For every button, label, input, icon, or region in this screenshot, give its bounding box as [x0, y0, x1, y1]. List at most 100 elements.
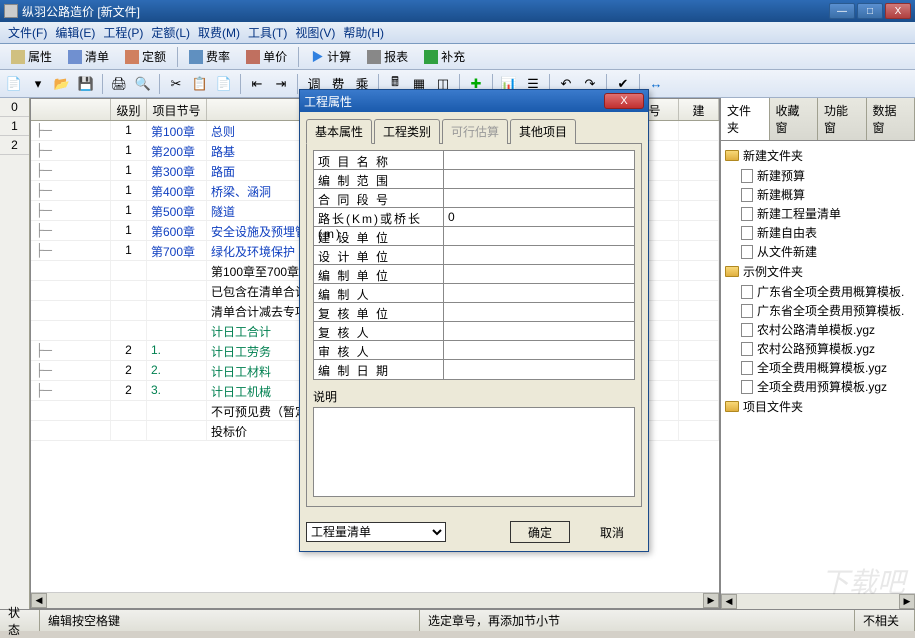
dialog-titlebar[interactable]: 工程属性 X	[300, 90, 648, 112]
scroll-right-icon[interactable]: ▶	[703, 593, 719, 608]
file-item[interactable]: 新建概算	[725, 185, 911, 204]
tb-calc[interactable]: 计算	[303, 45, 358, 68]
tb-supplement[interactable]: 补充	[417, 45, 472, 68]
dialog-close-button[interactable]: X	[604, 93, 644, 109]
preview-icon[interactable]: 🔍	[133, 74, 153, 94]
dtab-basic[interactable]: 基本属性	[306, 119, 372, 144]
menu-view[interactable]: 视图(V)	[291, 22, 339, 43]
separator	[159, 74, 160, 94]
file-item[interactable]: 农村公路清单模板.ygz	[725, 320, 911, 339]
paste-icon[interactable]: 📄	[214, 74, 234, 94]
property-label: 设 计 单 位	[314, 246, 444, 264]
scroll-right-icon[interactable]: ▶	[899, 594, 915, 609]
tree-cell: ├─	[31, 381, 111, 400]
dtab-category[interactable]: 工程类别	[374, 119, 440, 144]
build-cell	[679, 181, 719, 200]
ltab-2[interactable]: 2	[0, 136, 29, 155]
file-item[interactable]: 新建预算	[725, 166, 911, 185]
property-value[interactable]	[444, 284, 634, 302]
file-icon	[741, 226, 753, 240]
scroll-left-icon[interactable]: ◀	[721, 594, 737, 609]
property-value[interactable]: 0	[444, 208, 634, 226]
menu-tools[interactable]: 工具(T)	[244, 22, 291, 43]
statusbar: 状态 编辑按空格键 选定章号，再添加节小节 不相关	[0, 609, 915, 631]
save-icon[interactable]: 💾	[76, 74, 96, 94]
property-value[interactable]	[444, 265, 634, 283]
file-icon	[741, 342, 753, 356]
property-value[interactable]	[444, 360, 634, 379]
section-cell: 第600章	[147, 221, 207, 240]
property-value[interactable]	[444, 341, 634, 359]
file-item[interactable]: 广东省全项全费用概算模板.	[725, 282, 911, 301]
file-icon	[741, 207, 753, 221]
tb-quota[interactable]: 定额	[118, 45, 173, 68]
rtab-data[interactable]: 数据窗	[867, 98, 915, 140]
property-label: 审 核 人	[314, 341, 444, 359]
col-section[interactable]: 项目节号	[147, 99, 207, 120]
property-value[interactable]	[444, 303, 634, 321]
file-item[interactable]: 从文件新建	[725, 242, 911, 261]
file-item[interactable]: 新建自由表	[725, 223, 911, 242]
file-item[interactable]: 全项全费用预算模板.ygz	[725, 377, 911, 396]
arrows-icon[interactable]: ↔	[646, 74, 666, 94]
file-item[interactable]: 新建工程量清单	[725, 204, 911, 223]
menu-help[interactable]: 帮助(H)	[339, 22, 388, 43]
menu-fee[interactable]: 取费(M)	[194, 22, 244, 43]
level-cell: 1	[111, 201, 147, 220]
tb-properties[interactable]: 属性	[4, 45, 59, 68]
new-icon[interactable]: 📄	[4, 74, 24, 94]
col-build[interactable]: 建	[679, 99, 719, 120]
file-item[interactable]: 全项全费用概算模板.ygz	[725, 358, 911, 377]
file-item[interactable]: 农村公路预算模板.ygz	[725, 339, 911, 358]
tb-report[interactable]: 报表	[360, 45, 415, 68]
folder-item[interactable]: 新建文件夹	[725, 145, 911, 166]
file-label: 新建概算	[757, 186, 805, 203]
menu-edit[interactable]: 编辑(E)	[51, 22, 99, 43]
cancel-button[interactable]: 取消	[582, 521, 642, 543]
menu-file[interactable]: 文件(F)	[4, 22, 51, 43]
property-value[interactable]	[444, 227, 634, 245]
maximize-button[interactable]: □	[857, 3, 883, 19]
outdent-icon[interactable]: ⇤	[247, 74, 267, 94]
minimize-button[interactable]: —	[829, 3, 855, 19]
col-level[interactable]: 级别	[111, 99, 147, 120]
rtab-function[interactable]: 功能窗	[818, 98, 867, 140]
folder-item[interactable]: 项目文件夹	[725, 396, 911, 417]
section-cell	[147, 301, 207, 320]
open-icon[interactable]: 📂	[52, 74, 72, 94]
close-button[interactable]: X	[885, 3, 911, 19]
copy-icon[interactable]: 📋	[190, 74, 210, 94]
cut-icon[interactable]: ✂	[166, 74, 186, 94]
description-textarea[interactable]	[313, 407, 635, 497]
menu-project[interactable]: 工程(P)	[99, 22, 147, 43]
ok-button[interactable]: 确定	[510, 521, 570, 543]
tb-list[interactable]: 清单	[61, 45, 116, 68]
dtab-other[interactable]: 其他项目	[510, 119, 576, 144]
ltab-0[interactable]: 0	[0, 98, 29, 117]
type-select[interactable]: 工程量清单	[306, 522, 446, 542]
h-scrollbar[interactable]: ◀ ▶	[31, 592, 719, 608]
rtab-folder[interactable]: 文件夹	[721, 98, 770, 140]
tb-rate[interactable]: 费率	[182, 45, 237, 68]
scroll-left-icon[interactable]: ◀	[31, 593, 47, 608]
property-value[interactable]	[444, 189, 634, 207]
build-cell	[679, 421, 719, 440]
menu-quota[interactable]: 定额(L)	[147, 22, 194, 43]
property-value[interactable]	[444, 151, 634, 169]
rtab-favorite[interactable]: 收藏窗	[770, 98, 819, 140]
file-item[interactable]: 广东省全项全费用预算模板.	[725, 301, 911, 320]
tree-cell	[31, 261, 111, 280]
property-value[interactable]	[444, 170, 634, 188]
scroll-track[interactable]	[47, 593, 703, 608]
scroll-track[interactable]	[737, 594, 899, 609]
build-cell	[679, 381, 719, 400]
folder-item[interactable]: 示例文件夹	[725, 261, 911, 282]
property-value[interactable]	[444, 246, 634, 264]
print-icon[interactable]: 🖨	[109, 74, 129, 94]
new-dropdown-icon[interactable]: ▾	[28, 74, 48, 94]
rp-h-scrollbar[interactable]: ◀ ▶	[721, 593, 915, 609]
indent-icon[interactable]: ⇥	[271, 74, 291, 94]
property-value[interactable]	[444, 322, 634, 340]
ltab-1[interactable]: 1	[0, 117, 29, 136]
tb-price[interactable]: 单价	[239, 45, 294, 68]
